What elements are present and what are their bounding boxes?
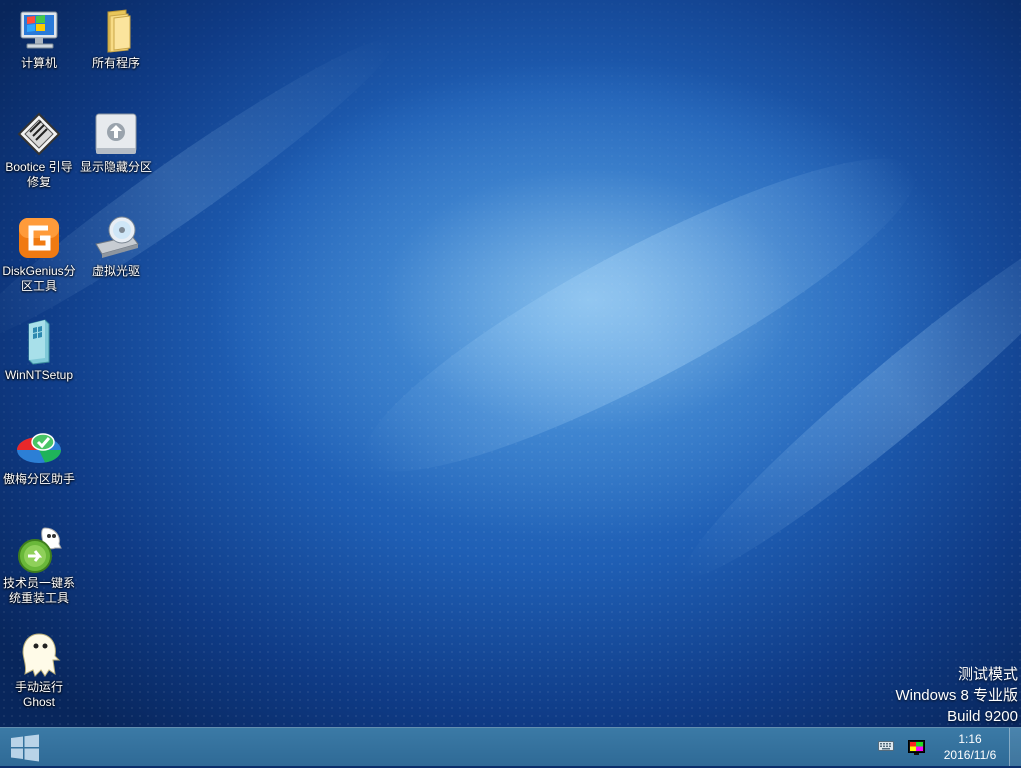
watermark-test-mode: 测试模式 — [957, 666, 1018, 683]
desktop-icon-label: 显示隐藏分区 — [79, 160, 152, 174]
desktop-icon-label: 计算机 — [20, 56, 57, 70]
desktop-icon-label: 手动运行Ghost — [14, 680, 63, 709]
desktop-icon-label: 技术员一键系统重装工具 — [2, 576, 75, 605]
start-button[interactable] — [9, 733, 41, 763]
show-desktop-button[interactable] — [1009, 728, 1021, 766]
partition-assistant-icon — [15, 422, 63, 470]
folder-icon — [92, 6, 140, 54]
ghost-icon — [15, 630, 63, 678]
computer-icon — [15, 6, 63, 54]
desktop-icon-reinstall[interactable]: 技术员一键系统重装工具 — [0, 522, 78, 606]
desktop-icon-label: DiskGenius分区工具 — [2, 264, 76, 293]
desktop-icon-all-programs[interactable]: 所有程序 — [77, 2, 155, 71]
winntsetup-icon — [15, 318, 63, 366]
watermark-edition: Windows 8 专业版 — [895, 687, 1018, 704]
desktop-icon-label: Bootice 引导修复 — [5, 160, 73, 189]
desktop-icon-label: WinNTSetup — [4, 368, 74, 382]
test-mode-watermark: 测试模式 Windows 8 专业版 Build 9200 — [895, 664, 1018, 727]
clock-time: 1:16 — [958, 732, 982, 746]
reinstall-tool-icon — [15, 526, 63, 574]
desktop-icon-label: 所有程序 — [91, 56, 140, 70]
desktop-icon-winntsetup[interactable]: WinNTSetup — [0, 314, 78, 383]
taskbar: 1:16 2016/11/6 — [0, 727, 1021, 766]
desktop-icon-bootice[interactable]: Bootice 引导修复 — [0, 106, 78, 190]
desktop-icon-aomei[interactable]: 傲梅分区助手 — [0, 418, 78, 487]
desktop-icon-label: 虚拟光驱 — [91, 264, 140, 278]
optical-drive-icon — [92, 214, 140, 262]
desktop-background[interactable]: 计算机 所有程序 Bootice 引导修复 显示隐藏分区 DiskGenius分… — [0, 0, 1021, 727]
desktop-icon-computer[interactable]: 计算机 — [0, 2, 78, 71]
system-clock[interactable]: 1:16 2016/11/6 — [934, 731, 1006, 763]
clock-date: 2016/11/6 — [943, 748, 997, 762]
partition-drive-icon — [92, 110, 140, 158]
watermark-build: Build 9200 — [947, 708, 1018, 725]
bootice-disk-icon — [15, 110, 63, 158]
keyboard-icon[interactable] — [878, 739, 894, 758]
desktop-icon-show-hidden-partition[interactable]: 显示隐藏分区 — [77, 106, 155, 175]
desktop-icon-label: 傲梅分区助手 — [2, 472, 75, 486]
desktop-icon-ghost[interactable]: 手动运行Ghost — [0, 626, 78, 710]
desktop-icon-virtual-drive[interactable]: 虚拟光驱 — [77, 210, 155, 279]
desktop-icon-diskgenius[interactable]: DiskGenius分区工具 — [0, 210, 78, 294]
windows-logo-icon — [11, 734, 39, 762]
diskgenius-icon — [15, 214, 63, 262]
color-display-icon[interactable] — [908, 740, 925, 760]
